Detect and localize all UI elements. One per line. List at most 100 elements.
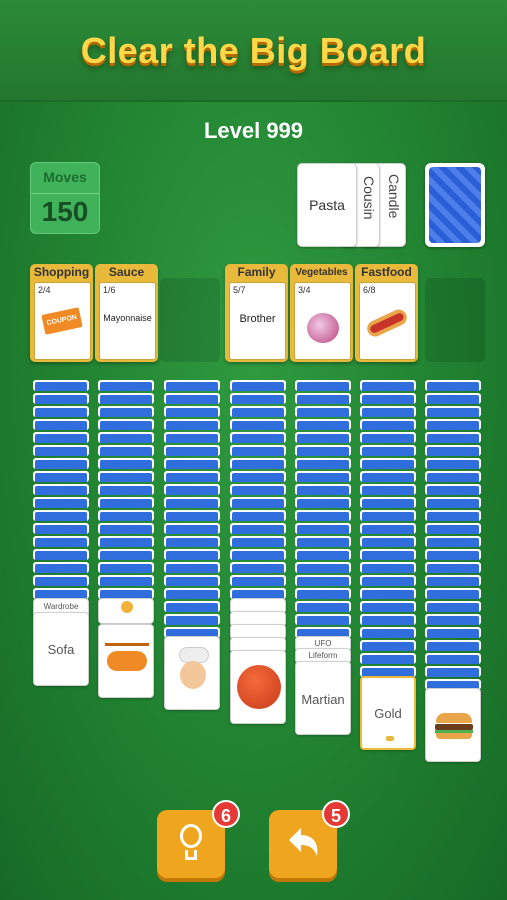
face-down-card — [425, 653, 481, 664]
foundation-shopping[interactable]: Shopping 2/4 COUPON — [30, 264, 93, 362]
tableau-face-card-sofa[interactable]: Sofa — [33, 612, 89, 686]
face-down-card — [425, 497, 481, 508]
tableau-face-card-chef[interactable] — [164, 636, 220, 710]
face-down-card — [295, 549, 351, 560]
face-down-card — [425, 445, 481, 456]
tableau-face-card-planet[interactable] — [230, 650, 286, 724]
face-down-card — [98, 471, 154, 482]
peek-card-label: UFO — [314, 639, 332, 648]
face-down-card — [295, 484, 351, 495]
face-down-card — [33, 536, 89, 547]
face-down-card — [164, 614, 220, 625]
waste-card-pasta[interactable]: Pasta — [297, 163, 357, 247]
face-down-card — [98, 497, 154, 508]
foundation-count: 5/7 — [233, 285, 246, 295]
waste-card-pasta-label: Pasta — [309, 197, 345, 213]
face-down-card — [98, 406, 154, 417]
face-down-card — [360, 549, 416, 560]
face-down-card — [360, 380, 416, 391]
lightbulb-base — [185, 850, 197, 860]
tableau-face-card-helicopter[interactable] — [98, 624, 154, 698]
foundation-fastfood[interactable]: Fastfood 6/8 — [355, 264, 418, 362]
face-down-card — [295, 458, 351, 469]
face-down-card — [230, 406, 286, 417]
moves-label: Moves — [43, 169, 87, 185]
face-down-card — [425, 393, 481, 404]
face-down-card — [33, 419, 89, 430]
foundation-family[interactable]: Family 5/7 Brother — [225, 264, 288, 362]
face-down-card — [33, 445, 89, 456]
face-down-card — [425, 588, 481, 599]
face-down-card — [295, 432, 351, 443]
face-down-card — [425, 627, 481, 638]
face-down-card — [98, 523, 154, 534]
helicopter-rotor — [105, 643, 149, 646]
face-down-card — [230, 393, 286, 404]
face-down-card — [33, 549, 89, 560]
face-down-card — [360, 601, 416, 612]
face-down-card — [164, 406, 220, 417]
face-down-card — [164, 458, 220, 469]
foundation-vegetables[interactable]: Vegetables 3/4 — [290, 264, 353, 362]
face-down-card — [98, 575, 154, 586]
face-down-card — [425, 640, 481, 651]
face-down-card — [295, 471, 351, 482]
peek-card-label: Lifeform — [308, 651, 338, 660]
face-down-card — [360, 562, 416, 573]
face-down-card — [295, 497, 351, 508]
face-down-card — [360, 471, 416, 482]
face-down-card — [33, 575, 89, 586]
face-down-card — [98, 484, 154, 495]
moves-counter: Moves 150 — [30, 162, 100, 234]
face-down-card — [360, 458, 416, 469]
foundation-count: 6/8 — [363, 285, 376, 295]
face-down-card — [164, 523, 220, 534]
face-down-card — [98, 393, 154, 404]
lightbulb-icon — [180, 824, 202, 848]
face-down-card — [360, 510, 416, 521]
face-down-card — [295, 419, 351, 430]
face-down-card — [164, 445, 220, 456]
face-down-card — [425, 601, 481, 612]
draw-deck[interactable] — [425, 163, 485, 247]
tableau-face-card-gold[interactable]: Gold — [360, 676, 416, 750]
face-down-card — [164, 432, 220, 443]
tableau-face-card-martian[interactable]: Martian — [295, 661, 351, 735]
deck-back-pattern — [429, 167, 481, 243]
foundation-category: Family — [237, 265, 276, 279]
face-down-card — [230, 484, 286, 495]
face-down-card — [425, 406, 481, 417]
face-down-card — [360, 484, 416, 495]
coupon-icon: COUPON — [41, 307, 83, 335]
empty-foundation-slot[interactable] — [425, 278, 485, 362]
face-down-card — [230, 562, 286, 573]
face-down-card — [360, 445, 416, 456]
face-down-card — [230, 471, 286, 482]
face-down-card — [425, 510, 481, 521]
face-down-card — [425, 562, 481, 573]
face-down-card — [33, 523, 89, 534]
foundation-card: 2/4 COUPON — [34, 282, 91, 360]
face-down-card — [230, 575, 286, 586]
face-down-card — [360, 627, 416, 638]
tableau-face-card-burger[interactable] — [425, 688, 481, 762]
face-down-card — [230, 419, 286, 430]
card-label: Gold — [374, 706, 402, 721]
foundation-card-name: Mayonnaise — [103, 313, 152, 323]
face-down-card — [230, 536, 286, 547]
burger-icon — [436, 713, 472, 723]
face-down-card — [164, 536, 220, 547]
foundation-card: 6/8 — [359, 282, 416, 360]
foundation-card: 3/4 — [294, 282, 351, 360]
face-down-card — [295, 523, 351, 534]
empty-foundation-slot[interactable] — [160, 278, 220, 362]
hint-count-badge: 6 — [212, 800, 240, 828]
foundation-count: 2/4 — [38, 285, 51, 295]
page-title: Clear the Big Board — [80, 30, 427, 71]
face-down-card — [425, 458, 481, 469]
foundation-sauce[interactable]: Sauce 1/6 Mayonnaise — [95, 264, 158, 362]
face-down-card — [360, 523, 416, 534]
crown-icon — [386, 736, 394, 741]
face-down-card — [425, 575, 481, 586]
small-character-icon — [121, 601, 133, 613]
